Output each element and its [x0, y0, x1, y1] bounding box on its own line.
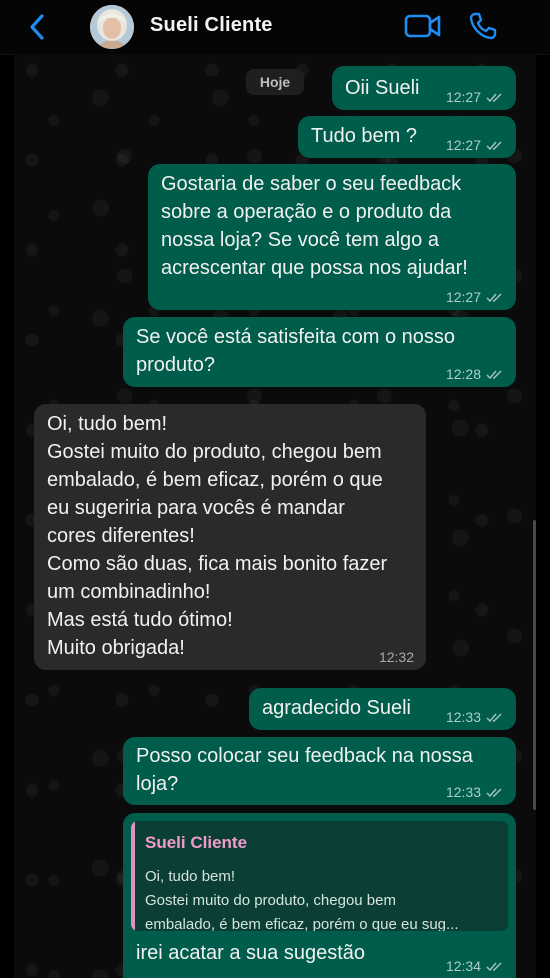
message-line: produto? — [136, 354, 215, 376]
message-line: acrescentar que possa nos ajudar! — [161, 257, 468, 279]
message-bubble-outgoing-reply[interactable]: Sueli Cliente Oi, tudo bem! Gostei muito… — [123, 813, 516, 978]
read-ticks-icon — [486, 140, 502, 150]
message-text: Posso colocar seu feedback na nossa loja… — [136, 742, 473, 798]
message-bubble-outgoing[interactable]: Tudo bem ? 12:27 — [298, 116, 516, 158]
avatar-photo — [90, 5, 134, 49]
message-line: Muito obrigada! — [47, 637, 185, 659]
message-time: 12:27 — [445, 89, 481, 105]
read-ticks-icon — [486, 92, 502, 102]
message-line: sobre a operação e o produto da — [161, 201, 452, 223]
message-text: agradecido Sueli — [262, 694, 411, 722]
message-time: 12:27 — [445, 137, 481, 153]
phone-icon[interactable] — [468, 11, 498, 41]
message-time: 12:28 — [445, 366, 481, 382]
message-line: Oi, tudo bem! — [47, 413, 168, 435]
message-bubble-outgoing[interactable]: Posso colocar seu feedback na nossa loja… — [123, 737, 516, 805]
message-meta: 12:27 — [446, 89, 504, 105]
read-ticks-icon — [486, 369, 502, 379]
message-line: Como são duas, fica mais bonito fazer — [47, 553, 388, 575]
message-text: Oi, tudo bem! Gostei muito do produto, c… — [47, 410, 387, 662]
read-ticks-icon — [486, 787, 502, 797]
quote-line: embalado, é bem eficaz, porém o que eu s… — [145, 916, 459, 931]
message-line: irei acatar a sua sugestão — [136, 942, 366, 964]
message-meta: 12:34 — [446, 958, 504, 974]
message-time: 12:33 — [445, 709, 481, 725]
contact-name[interactable]: Sueli Cliente — [150, 14, 273, 37]
message-meta: 12:27 — [446, 289, 504, 305]
message-line: Gostaria de saber o seu feedback — [161, 173, 462, 195]
quote-author: Sueli Cliente — [145, 833, 248, 852]
chevron-left-icon[interactable] — [24, 12, 52, 42]
message-text: Se você está satisfeita com o nosso prod… — [136, 323, 455, 379]
message-time: 12:34 — [445, 958, 481, 974]
message-line: Mas está tudo ótimo! — [47, 609, 233, 631]
message-meta: 12:28 — [446, 366, 504, 382]
message-line: nossa loja? Se você tem algo a — [161, 229, 439, 251]
message-line: um combinadinho! — [47, 581, 211, 603]
message-bubble-outgoing[interactable]: Gostaria de saber o seu feedback sobre a… — [148, 164, 516, 310]
message-time: 12:33 — [445, 784, 481, 800]
quoted-message[interactable]: Sueli Cliente Oi, tudo bem! Gostei muito… — [131, 821, 508, 931]
message-bubble-outgoing[interactable]: agradecido Sueli 12:33 — [249, 688, 516, 730]
video-camera-icon[interactable] — [404, 12, 442, 40]
chat-screen: Sueli Cliente Hoje Oii Sueli 12:27 Tudo … — [0, 0, 550, 978]
message-text: Tudo bem ? — [311, 122, 417, 150]
quote-accent-bar — [131, 821, 135, 931]
read-ticks-icon — [486, 292, 502, 302]
message-line: Tudo bem ? — [311, 125, 417, 147]
message-time: 12:32 — [378, 649, 414, 665]
date-chip: Hoje — [246, 69, 304, 95]
message-line: cores diferentes! — [47, 525, 195, 547]
message-meta: 12:32 — [379, 649, 414, 665]
chat-header: Sueli Cliente — [0, 0, 550, 55]
message-line: Posso colocar seu feedback na nossa — [136, 745, 473, 767]
message-line: embalado, é bem eficaz, porém o que — [47, 469, 383, 491]
message-line: eu sugeriria para vocês é mandar — [47, 497, 345, 519]
message-line: loja? — [136, 773, 179, 795]
avatar[interactable] — [90, 5, 134, 49]
message-bubble-outgoing[interactable]: Oii Sueli 12:27 — [332, 66, 516, 110]
message-line: Oii Sueli — [345, 77, 420, 99]
message-bubble-incoming[interactable]: Oi, tudo bem! Gostei muito do produto, c… — [34, 404, 426, 670]
message-meta: 12:33 — [446, 709, 504, 725]
read-ticks-icon — [486, 961, 502, 971]
message-meta: 12:27 — [446, 137, 504, 153]
message-meta: 12:33 — [446, 784, 504, 800]
message-bubble-outgoing[interactable]: Se você está satisfeita com o nosso prod… — [123, 317, 516, 387]
message-line: agradecido Sueli — [262, 697, 411, 719]
message-text: irei acatar a sua sugestão — [136, 939, 365, 967]
scrollbar[interactable] — [533, 520, 536, 810]
read-ticks-icon — [486, 712, 502, 722]
message-line: Se você está satisfeita com o nosso — [136, 326, 456, 348]
message-line: Gostei muito do produto, chegou bem — [47, 441, 382, 463]
message-time: 12:27 — [445, 289, 481, 305]
message-text: Gostaria de saber o seu feedback sobre a… — [161, 170, 468, 282]
message-text: Oii Sueli — [345, 74, 419, 102]
